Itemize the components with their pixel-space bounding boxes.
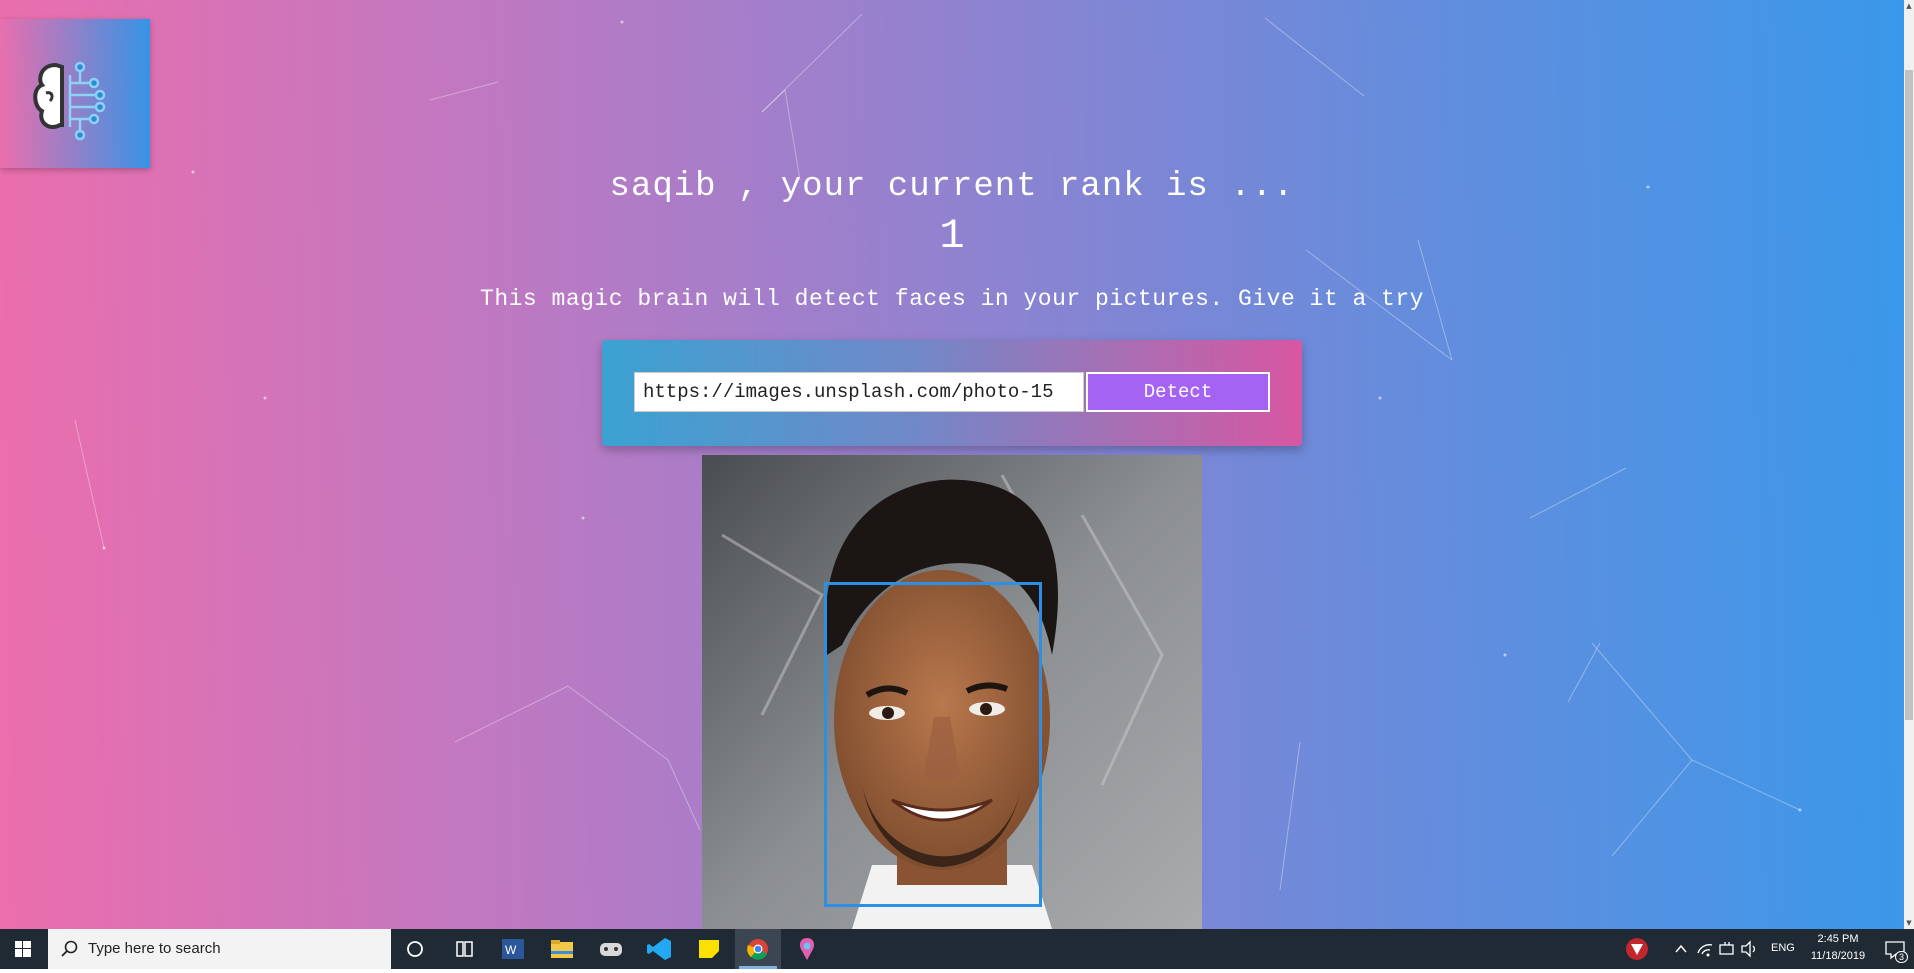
chevron-up-icon [1675,944,1687,953]
chrome-button[interactable] [735,929,781,969]
chrome-icon [747,939,768,960]
brain-circuit-icon [33,61,106,141]
cortana-button[interactable] [392,929,438,969]
scroll-up-icon[interactable]: ▲ [1904,0,1914,12]
image-url-input[interactable] [634,372,1084,412]
game-button[interactable] [588,929,634,969]
battery-button[interactable] [1716,929,1738,969]
tagline: This magic brain will detect faces in yo… [480,286,1424,312]
tray-overflow-button[interactable] [1668,929,1694,969]
rank-title: saqib , your current rank is ... [609,168,1295,206]
search-placeholder: Type here to search [88,940,221,957]
face-bounding-box [824,582,1042,907]
red-shield-icon [1626,938,1648,960]
notifications-button[interactable]: 3 [1878,929,1914,969]
battery-plug-icon [1719,942,1734,955]
task-view-button[interactable] [441,929,487,969]
file-explorer-icon [551,940,573,958]
paint-3d-icon [799,938,815,960]
cortana-icon [407,941,423,957]
windows-icon [15,941,31,957]
face-image [702,455,1202,929]
word-icon: W [502,939,524,959]
wifi-icon [1697,944,1713,957]
app-background: saqib , your current rank is ... 1 This … [0,0,1904,929]
network-button[interactable] [1694,929,1716,969]
start-button[interactable] [0,929,46,969]
volume-button[interactable] [1738,929,1760,969]
paint-3d-button[interactable] [784,929,830,969]
detect-button[interactable]: Detect [1086,372,1270,412]
taskbar-search[interactable]: Type here to search [48,929,391,969]
sticky-notes-icon [699,940,719,958]
search-icon [61,940,78,957]
speaker-icon [1741,940,1756,958]
scroll-down-icon[interactable]: ▼ [1904,917,1914,929]
clock-date[interactable]: 11/18/2019 [1804,950,1872,962]
notification-center-icon [1885,941,1905,960]
task-view-icon [456,941,473,957]
scroll-thumb[interactable] [1905,70,1913,720]
game-controller-icon [600,943,622,956]
tray-app-button[interactable] [1615,929,1659,969]
word-button[interactable]: W [490,929,536,969]
image-url-form: Detect [602,340,1302,446]
logo [0,19,150,168]
svg-text:W: W [505,943,517,957]
clock-time[interactable]: 2:45 PM [1808,933,1868,945]
notification-count: 3 [1895,951,1909,963]
scrollbar[interactable]: ▲ ▼ [1904,0,1914,929]
vscode-button[interactable] [637,929,683,969]
taskbar: Type here to search W ENG 2:45 PM 11/18/… [0,929,1914,969]
rank-value: 1 [939,212,965,260]
file-explorer-button[interactable] [539,929,585,969]
sticky-notes-button[interactable] [686,929,732,969]
vscode-icon [647,938,671,960]
language-indicator[interactable]: ENG [1771,942,1795,954]
